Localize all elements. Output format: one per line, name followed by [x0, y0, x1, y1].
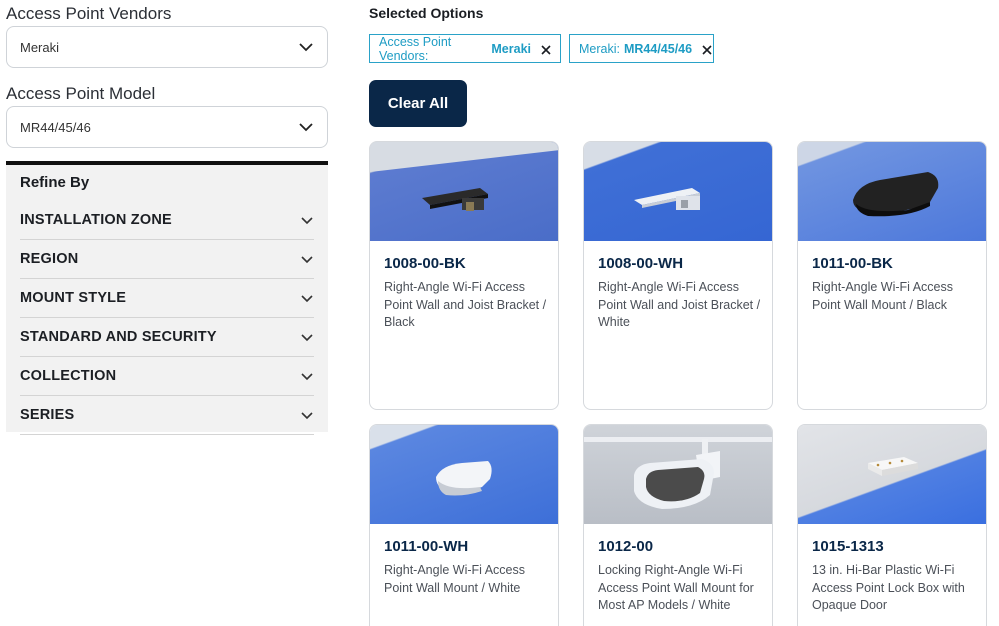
- filter-chip-vendor[interactable]: Access Point Vendors: Meraki: [369, 34, 561, 63]
- product-sku: 1015-1313: [812, 538, 884, 555]
- chevron-down-icon: [300, 252, 314, 266]
- chevron-down-icon: [299, 120, 313, 134]
- product-sku: 1008-00-BK: [384, 255, 466, 272]
- product-description: Right-Angle Wi-Fi Access Point Wall Moun…: [812, 280, 954, 312]
- product-image: [370, 425, 558, 524]
- product-card[interactable]: 1008-00-WH Right-Angle Wi-Fi Access Poin…: [583, 141, 773, 410]
- product-sku: 1008-00-WH: [598, 255, 684, 272]
- product-description: Locking Right-Angle Wi-Fi Access Point W…: [598, 563, 754, 612]
- chevron-down-icon: [300, 369, 314, 383]
- accordion-label: REGION: [20, 251, 79, 267]
- chip-key: Meraki:: [579, 41, 620, 56]
- chip-key: Access Point Vendors:: [379, 34, 452, 63]
- chip-value: Meraki: [491, 41, 531, 56]
- accordion-list: INSTALLATION ZONE REGION MOUNT STYLE STA…: [20, 201, 314, 435]
- accordion-label: STANDARD AND SECURITY: [20, 329, 217, 345]
- chevron-down-icon: [299, 40, 313, 54]
- close-icon[interactable]: [702, 44, 712, 55]
- product-image: [584, 425, 772, 524]
- close-icon[interactable]: [541, 44, 551, 55]
- product-image: [370, 142, 558, 241]
- accordion-label: SERIES: [20, 407, 75, 423]
- refine-panel: Refine By INSTALLATION ZONE REGION MOUNT…: [6, 161, 328, 435]
- filter-chip-model[interactable]: Meraki: MR44/45/46: [569, 34, 714, 63]
- chevron-down-icon: [300, 408, 314, 422]
- product-image: [584, 142, 772, 241]
- chip-value: MR44/45/46: [623, 41, 693, 56]
- model-select-value: MR44/45/46: [20, 119, 91, 135]
- filter-panel: Access Point Vendors Meraki Access Point…: [6, 0, 328, 148]
- model-label: Access Point Model: [6, 84, 156, 103]
- chevron-down-icon: [300, 213, 314, 227]
- product-description: Right-Angle Wi-Fi Access Point Wall Moun…: [384, 563, 526, 595]
- product-sku: 1012-00: [598, 538, 654, 555]
- chevron-down-icon: [300, 291, 314, 305]
- selected-options-title: Selected Options: [369, 5, 484, 21]
- chevron-down-icon: [300, 330, 314, 344]
- accordion-series[interactable]: SERIES: [20, 396, 314, 435]
- product-description: Right-Angle Wi-Fi Access Point Wall and …: [598, 280, 761, 329]
- product-sku: 1011-00-WH: [384, 538, 469, 555]
- product-card[interactable]: 1011-00-WH Right-Angle Wi-Fi Access Poin…: [369, 424, 559, 626]
- accordion-standard-and-security[interactable]: STANDARD AND SECURITY: [20, 318, 314, 357]
- product-card[interactable]: 1008-00-BK Right-Angle Wi-Fi Access Poin…: [369, 141, 559, 410]
- accordion-collection[interactable]: COLLECTION: [20, 357, 314, 396]
- refine-title: Refine By: [20, 174, 90, 191]
- product-description: Right-Angle Wi-Fi Access Point Wall and …: [384, 280, 547, 329]
- accordion-label: COLLECTION: [20, 368, 117, 384]
- product-card[interactable]: 1012-00 Locking Right-Angle Wi-Fi Access…: [583, 424, 773, 626]
- accordion-region[interactable]: REGION: [20, 240, 314, 279]
- accordion-installation-zone[interactable]: INSTALLATION ZONE: [20, 201, 314, 240]
- product-card[interactable]: 1015-1313 13 in. Hi-Bar Plastic Wi-Fi Ac…: [797, 424, 987, 626]
- accordion-label: INSTALLATION ZONE: [20, 212, 172, 228]
- product-image: [798, 425, 986, 524]
- product-sku: 1011-00-BK: [812, 255, 893, 272]
- accordion-label: MOUNT STYLE: [20, 290, 127, 306]
- model-select[interactable]: MR44/45/46: [6, 106, 328, 148]
- vendor-select[interactable]: Meraki: [6, 26, 328, 68]
- vendor-label: Access Point Vendors: [6, 4, 172, 23]
- product-description: 13 in. Hi-Bar Plastic Wi-Fi Access Point…: [812, 563, 965, 612]
- product-image: [798, 142, 986, 241]
- vendor-select-value: Meraki: [20, 39, 60, 55]
- clear-all-button[interactable]: Clear All: [369, 80, 467, 127]
- accordion-mount-style[interactable]: MOUNT STYLE: [20, 279, 314, 318]
- product-card[interactable]: 1011-00-BK Right-Angle Wi-Fi Access Poin…: [797, 141, 987, 410]
